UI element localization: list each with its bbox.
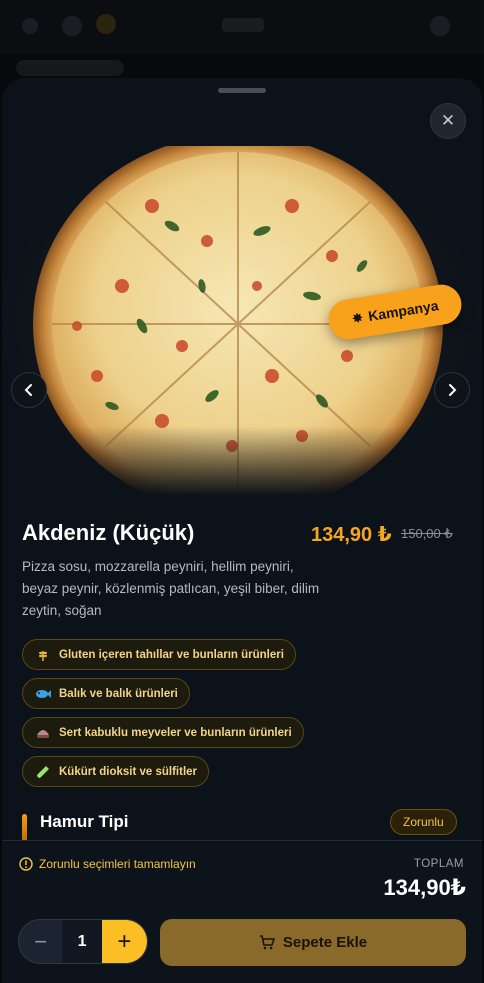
total-label: TOPLAM [413, 858, 464, 870]
quantity-stepper: − 1 + [18, 919, 148, 964]
nut-icon [35, 725, 51, 741]
background-badge-icon [96, 14, 116, 34]
next-image-button[interactable] [434, 372, 470, 408]
product-price: 134,90 ₺ [311, 524, 392, 546]
background-chip [16, 60, 124, 76]
allergen-chip: Kükürt dioksit ve sülfitler [22, 756, 210, 787]
add-to-cart-button[interactable]: Sepete Ekle [160, 919, 466, 966]
allergen-label: Kükürt dioksit ve sülfitler [59, 765, 198, 778]
allergen-chip: Gluten içeren tahıllar ve bunların ürünl… [22, 639, 296, 670]
cart-footer: Zorunlu seçimleri tamamlayın TOPLAM 134,… [2, 840, 482, 983]
campaign-label: Kampanya [367, 297, 440, 325]
fish-icon [35, 686, 51, 702]
cart-icon [259, 935, 275, 950]
chevron-right-icon [449, 384, 457, 396]
plus-icon: + [117, 927, 132, 955]
add-to-cart-label: Sepete Ekle [282, 934, 368, 951]
warning-icon [19, 857, 33, 871]
sparkle-icon: ✸ [350, 308, 365, 327]
allergen-label: Sert kabuklu meyveler ve bunların ürünle… [59, 726, 292, 739]
total-value: 134,90₺ [383, 875, 466, 900]
drag-handle[interactable] [218, 88, 266, 93]
decrease-quantity-button[interactable]: − [19, 920, 62, 963]
quantity-value: 1 [62, 920, 102, 963]
allergen-label: Gluten içeren tahıllar ve bunların ürünl… [59, 648, 284, 661]
minus-icon: − [34, 928, 48, 954]
background-title [222, 18, 264, 32]
background-menu-icon [22, 18, 38, 34]
product-bottom-sheet: ✕ ✸ Kampanya Akdeniz (Küçük) 134,90 ₺ 15… [2, 78, 482, 983]
product-name: Akdeniz (Küçük) [22, 520, 195, 545]
chevron-left-icon [24, 384, 32, 396]
product-old-price: 150,00 ₺ [401, 526, 453, 541]
wheat-icon [35, 647, 51, 663]
background-cart-icon [430, 16, 450, 36]
close-icon: ✕ [440, 111, 456, 130]
image-fade [2, 426, 482, 496]
product-image-carousel[interactable]: ✸ Kampanya [2, 146, 482, 496]
increase-quantity-button[interactable]: + [101, 920, 147, 963]
required-warning: Zorunlu seçimleri tamamlayın [19, 857, 196, 871]
warning-text: Zorunlu seçimleri tamamlayın [39, 857, 196, 871]
previous-image-button[interactable] [11, 372, 47, 408]
allergen-label: Balık ve balık ürünleri [59, 687, 178, 700]
option-section-title: Hamur Tipi [40, 812, 129, 831]
allergen-chip: Sert kabuklu meyveler ve bunların ürünle… [22, 717, 304, 748]
background-icon [62, 16, 82, 36]
allergen-list: Gluten içeren tahıllar ve bunların ürünl… [22, 639, 304, 787]
allergen-chip: Balık ve balık ürünleri [22, 678, 190, 709]
close-button[interactable]: ✕ [430, 103, 466, 139]
product-description: Pizza sosu, mozzarella peyniri, hellim p… [22, 559, 320, 618]
test-tube-icon [35, 764, 51, 780]
required-badge: Zorunlu [390, 809, 457, 835]
